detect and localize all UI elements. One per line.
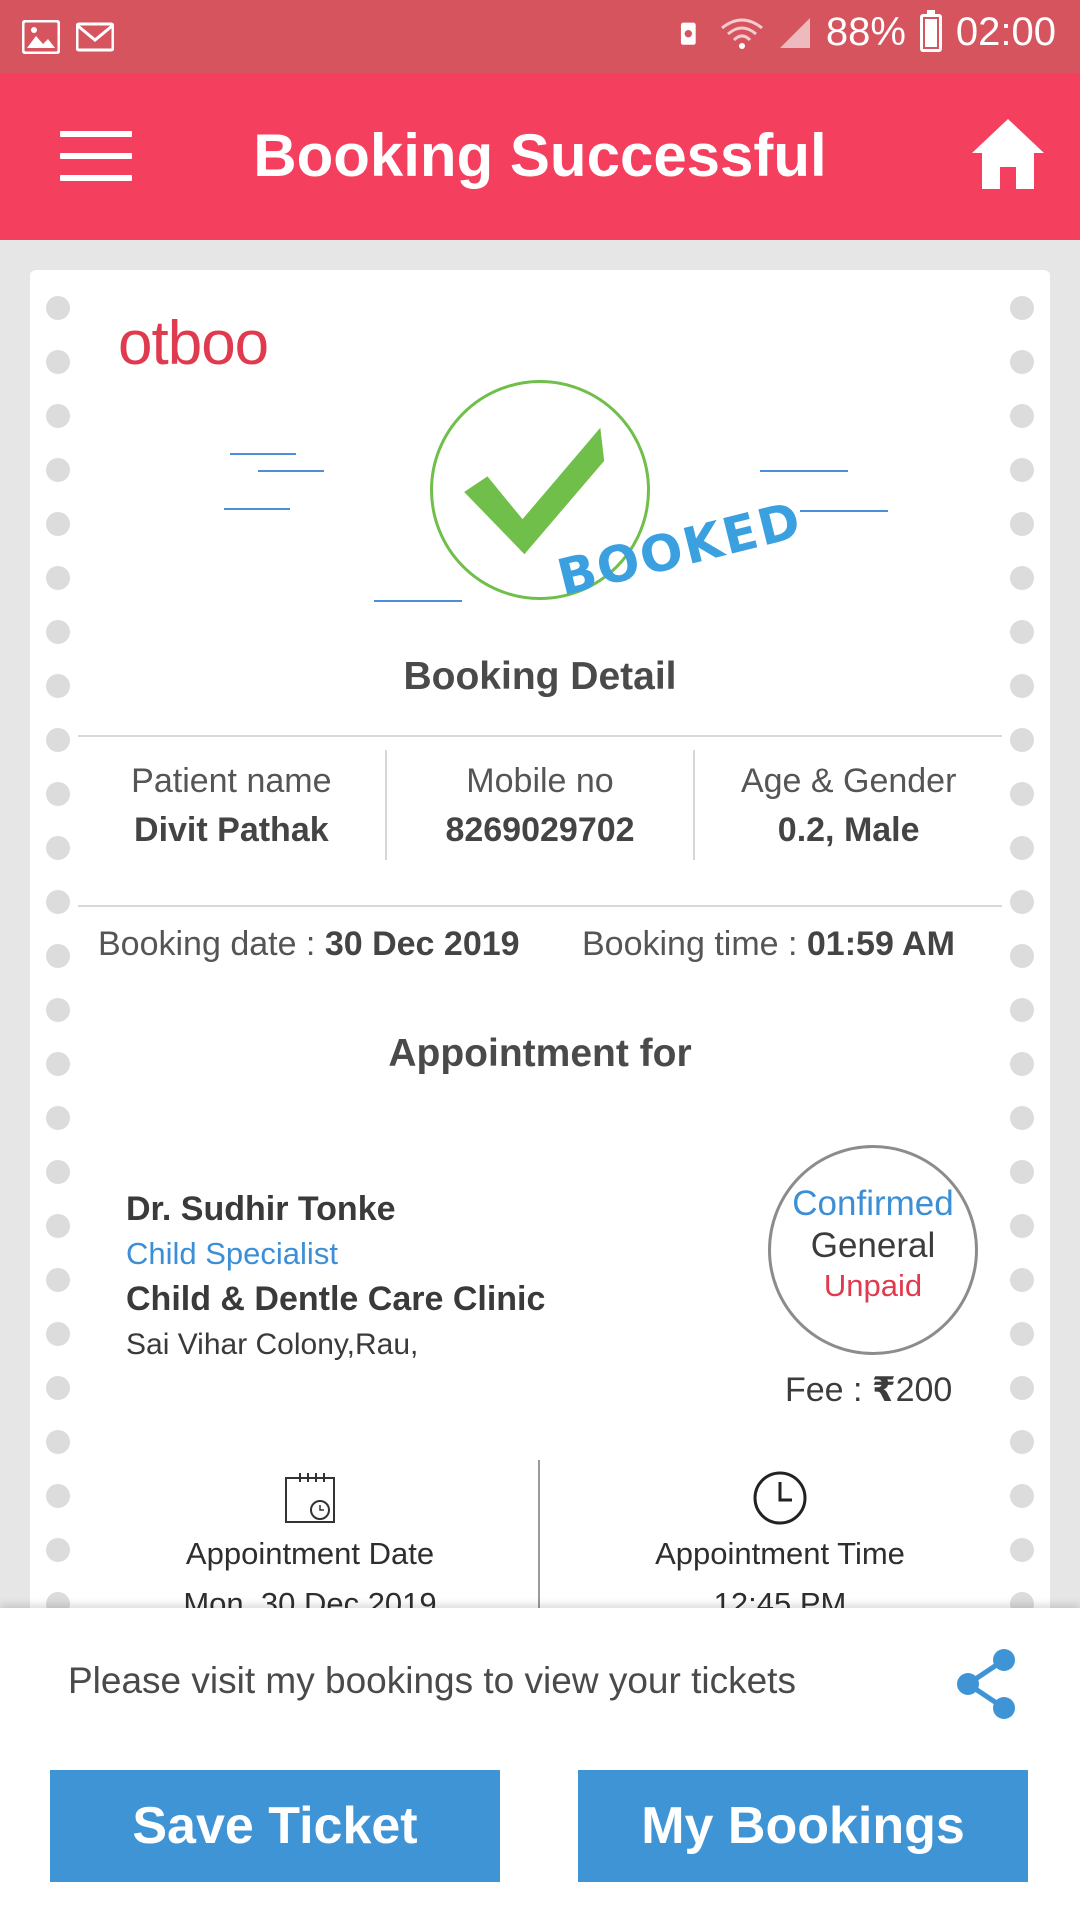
booking-time-label: Booking time : (582, 925, 807, 963)
mobile-col: Mobile no 8269029702 (384, 750, 694, 860)
battery-saver-icon (680, 22, 696, 45)
booking-date-value: 30 Dec 2019 (324, 925, 520, 963)
fee-label: Fee : (785, 1371, 872, 1409)
mail-icon (76, 22, 114, 52)
brand-logo: otboo (118, 309, 269, 378)
fee-amount: 200 (895, 1371, 953, 1409)
decor-line (374, 600, 462, 602)
booking-date-label: Booking date : (98, 925, 325, 963)
decor-line (760, 470, 848, 472)
bottom-action-sheet: Please visit my bookings to view your ti… (0, 1608, 1080, 1920)
my-bookings-button[interactable]: My Bookings (578, 1770, 1028, 1882)
status-confirmed: Confirmed (792, 1184, 954, 1223)
battery-icon (919, 9, 942, 52)
payment-status: Unpaid (823, 1268, 923, 1303)
divider (78, 735, 1002, 737)
app-bar: Booking Successful (0, 73, 1080, 240)
booking-detail-title: Booking Detail (403, 655, 677, 698)
appointment-date: Appointment Date Mon, 30 Dec 2019 (90, 1470, 530, 1620)
patient-name-label: Patient name (131, 762, 332, 800)
status-bar: 88% 02:00 (0, 0, 1080, 73)
booking-time: Booking time : 01:59 AM (582, 925, 955, 964)
appointment-time-label: Appointment Time (655, 1536, 905, 1571)
age-gender-label: Age & Gender (740, 762, 957, 800)
divider (78, 905, 1002, 907)
rupee-icon: ₹ (871, 1371, 896, 1409)
share-icon[interactable] (950, 1646, 1022, 1722)
clinic-name: Child & Dentle Care Clinic (126, 1280, 546, 1318)
clock: 02:00 (955, 10, 1056, 54)
signal-icon (779, 17, 810, 48)
status-type: General (810, 1226, 936, 1265)
calendar-icon (285, 1473, 335, 1523)
home-icon[interactable] (970, 115, 1046, 193)
status-badge: Confirmed General Unpaid (768, 1145, 978, 1355)
booking-date: Booking date : 30 Dec 2019 (98, 925, 520, 964)
patient-name-value: Divit Pathak (134, 811, 329, 849)
patient-info: Patient name Divit Pathak Mobile no 8269… (78, 750, 1002, 860)
fee: Fee : ₹200 (785, 1370, 952, 1410)
age-gender-col: Age & Gender 0.2, Male (693, 750, 1002, 860)
decor-line (224, 508, 290, 510)
ticket-perforation-right (1010, 296, 1034, 1620)
appointment-time: Appointment Time 12:45 PM (560, 1470, 1000, 1620)
doctor-name: Dr. Sudhir Tonke (126, 1190, 396, 1228)
booking-time-value: 01:59 AM (806, 925, 955, 963)
patient-name-col: Patient name Divit Pathak (78, 750, 385, 860)
save-ticket-button[interactable]: Save Ticket (50, 1770, 500, 1882)
clinic-address: Sai Vihar Colony,Rau, (126, 1328, 419, 1361)
ticket-card: otboo BOOKED Booking Detail Patient name… (30, 270, 1050, 1620)
appointment-date-label: Appointment Date (185, 1536, 435, 1571)
doctor-specialty: Child Specialist (126, 1236, 338, 1271)
bookings-notice: Please visit my bookings to view your ti… (68, 1660, 796, 1701)
decor-line (800, 510, 888, 512)
mobile-label: Mobile no (466, 762, 614, 800)
divider (538, 1460, 540, 1620)
ticket-perforation-left (46, 296, 70, 1620)
age-gender-value: 0.2, Male (777, 811, 920, 849)
page-title: Booking Successful (253, 122, 827, 189)
clock-icon (753, 1471, 807, 1525)
mobile-value: 8269029702 (445, 811, 635, 849)
battery-percent: 88% (825, 10, 906, 54)
decor-line (258, 470, 324, 472)
decor-line (230, 453, 296, 455)
wifi-icon (720, 18, 763, 49)
gallery-icon (22, 20, 60, 54)
appointment-for-title: Appointment for (388, 1032, 692, 1075)
